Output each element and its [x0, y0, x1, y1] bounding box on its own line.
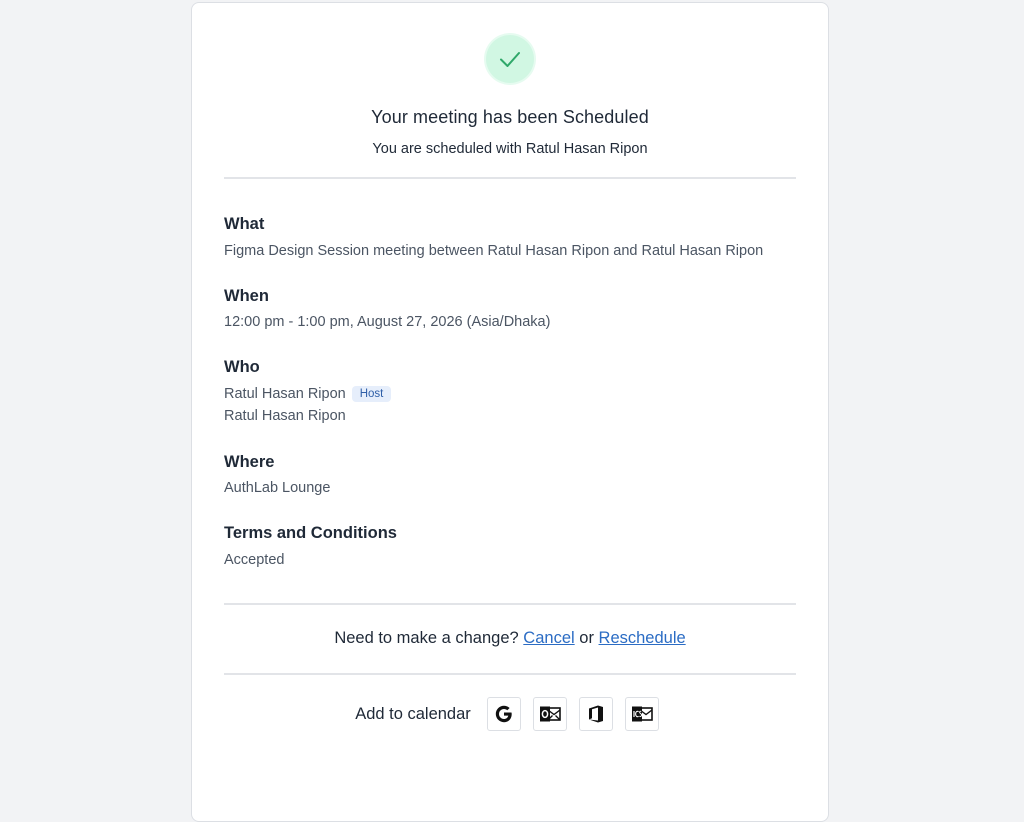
confirmation-heading: Your meeting has been Scheduled — [371, 107, 649, 127]
divider — [224, 673, 796, 675]
when-title: When — [224, 287, 269, 305]
office365-calendar-icon — [588, 705, 603, 723]
who-title: Who — [224, 358, 260, 376]
outlook-calendar-button[interactable] — [532, 697, 567, 731]
google-calendar-icon — [495, 705, 512, 723]
ics-download-button[interactable] — [624, 697, 659, 731]
what-text: Figma Design Session meeting between Rat… — [224, 243, 764, 259]
confirmation-subheading: You are scheduled with Ratul Hasan Ripon — [372, 141, 648, 157]
change-row: Need to make a change? Cancel or Resched… — [224, 629, 796, 648]
who-host: Ratul Hasan Ripon Host — [224, 386, 392, 402]
divider — [224, 603, 796, 605]
google-calendar-button[interactable] — [486, 697, 521, 731]
ics-download-icon — [631, 706, 653, 722]
when-text: 12:00 pm - 1:00 pm, August 27, 2026 (Asi… — [224, 314, 551, 330]
add-to-calendar-row: Add to calendar — [224, 697, 796, 731]
where-title: Where — [224, 453, 275, 471]
change-prompt: Need to make a change? — [334, 629, 519, 647]
what-title: What — [224, 215, 265, 233]
terms-text: Accepted — [224, 552, 285, 568]
reschedule-link[interactable]: Reschedule — [599, 629, 686, 647]
terms-title: Terms and Conditions — [224, 524, 397, 542]
success-check-icon — [486, 35, 534, 83]
host-name: Ratul Hasan Ripon — [224, 386, 346, 402]
who-guest: Ratul Hasan Ripon — [224, 408, 346, 424]
add-to-calendar-label: Add to calendar — [355, 704, 471, 723]
outlook-calendar-icon — [539, 706, 561, 722]
booking-confirmation-card: Your meeting has been Scheduled You are … — [191, 2, 829, 822]
where-text: AuthLab Lounge — [224, 480, 331, 496]
host-badge: Host — [351, 386, 392, 402]
or-text: or — [579, 629, 594, 647]
office365-calendar-button[interactable] — [578, 697, 613, 731]
divider — [224, 177, 796, 179]
cancel-link[interactable]: Cancel — [523, 629, 574, 647]
